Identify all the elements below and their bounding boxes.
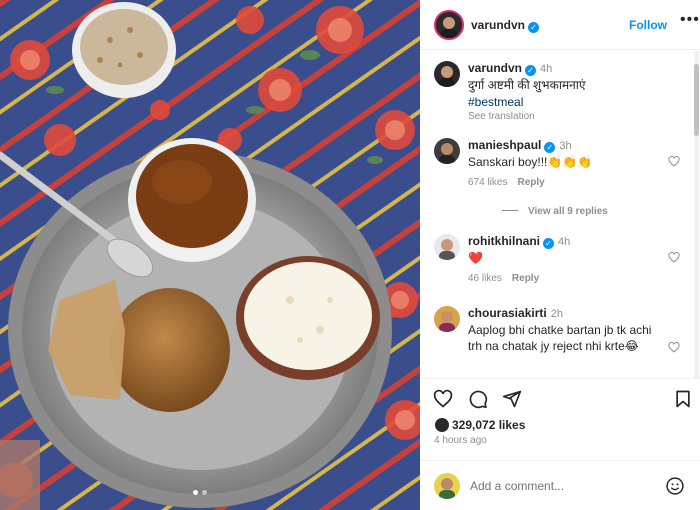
current-user-avatar[interactable] bbox=[434, 473, 460, 499]
comments-list: varundvn ✓ 4h दुर्गा अष्टमी की शुभकामनाएं … bbox=[420, 51, 700, 378]
follow-button[interactable]: Follow bbox=[629, 18, 667, 32]
comment-likes[interactable]: 674 likes bbox=[468, 177, 507, 188]
add-comment-bar bbox=[420, 460, 700, 510]
reply-button[interactable]: Reply bbox=[517, 177, 544, 188]
emoji-icon[interactable] bbox=[665, 476, 685, 496]
heart-icon[interactable] bbox=[668, 156, 680, 167]
post-timestamp[interactable]: 4 hours ago bbox=[434, 435, 487, 446]
caption-text: दुर्गा अष्टमी की शुभकामनाएं bbox=[468, 78, 586, 92]
likes-summary[interactable]: 329,072 likes bbox=[434, 417, 525, 433]
bookmark-icon[interactable] bbox=[673, 389, 693, 409]
post-image[interactable] bbox=[0, 0, 420, 510]
post-details-panel: varundvn ✓ Follow ••• varundvn ✓ 4h दुर्गा … bbox=[420, 0, 700, 510]
heart-icon[interactable] bbox=[433, 389, 453, 409]
comment-text: ❤️ bbox=[468, 251, 483, 265]
comment-time: 3h bbox=[559, 140, 572, 152]
see-translation-link[interactable]: See translation bbox=[468, 111, 678, 122]
commenter-avatar[interactable] bbox=[434, 138, 460, 164]
heart-icon[interactable] bbox=[668, 342, 680, 353]
commenter-username[interactable]: rohitkhilnani bbox=[468, 234, 540, 248]
caption-time: 4h bbox=[540, 63, 553, 75]
post-actions: 329,072 likes 4 hours ago bbox=[420, 378, 700, 460]
likes-count[interactable]: 329,072 likes bbox=[452, 418, 525, 432]
scrollbar-thumb[interactable] bbox=[694, 64, 699, 136]
author-name-text[interactable]: varundvn bbox=[471, 18, 525, 32]
more-options-icon[interactable]: ••• bbox=[680, 11, 700, 29]
carousel-indicator bbox=[193, 490, 207, 495]
comment-time: 4h bbox=[558, 236, 571, 248]
carousel-dot[interactable] bbox=[193, 490, 198, 495]
post-header: varundvn ✓ Follow ••• bbox=[420, 0, 700, 50]
commenter-avatar[interactable] bbox=[434, 234, 460, 260]
comment-time: 2h bbox=[550, 308, 563, 320]
caption-username[interactable]: varundvn bbox=[468, 61, 522, 75]
commenter-avatar[interactable] bbox=[434, 306, 460, 332]
liker-avatar bbox=[434, 417, 450, 433]
verified-icon: ✓ bbox=[528, 22, 540, 33]
commenter-username[interactable]: manieshpaul bbox=[468, 138, 541, 152]
commenter-username[interactable]: chourasiakirti bbox=[468, 306, 547, 320]
add-comment-input[interactable] bbox=[470, 477, 660, 495]
view-replies-button[interactable]: View all 9 replies bbox=[502, 206, 608, 217]
caption-author-avatar[interactable] bbox=[434, 61, 460, 87]
comment-likes[interactable]: 46 likes bbox=[468, 273, 502, 284]
verified-icon: ✓ bbox=[543, 238, 554, 249]
comment-text: Sanskari boy!!!👏👏👏 bbox=[468, 155, 593, 169]
hashtag-link[interactable]: #bestmeal bbox=[468, 94, 678, 110]
heart-icon[interactable] bbox=[668, 252, 680, 263]
comment-text: Aaplog bhi chatke bartan jb tk achi trh … bbox=[468, 323, 652, 353]
author-avatar[interactable] bbox=[434, 10, 464, 40]
verified-icon: ✓ bbox=[544, 142, 556, 153]
food-photo bbox=[0, 0, 420, 510]
reply-button[interactable]: Reply bbox=[512, 273, 539, 284]
author-username[interactable]: varundvn ✓ bbox=[471, 18, 540, 33]
comment-icon[interactable] bbox=[468, 389, 488, 409]
carousel-dot[interactable] bbox=[202, 490, 207, 495]
share-icon[interactable] bbox=[502, 389, 522, 409]
verified-icon: ✓ bbox=[525, 65, 537, 76]
